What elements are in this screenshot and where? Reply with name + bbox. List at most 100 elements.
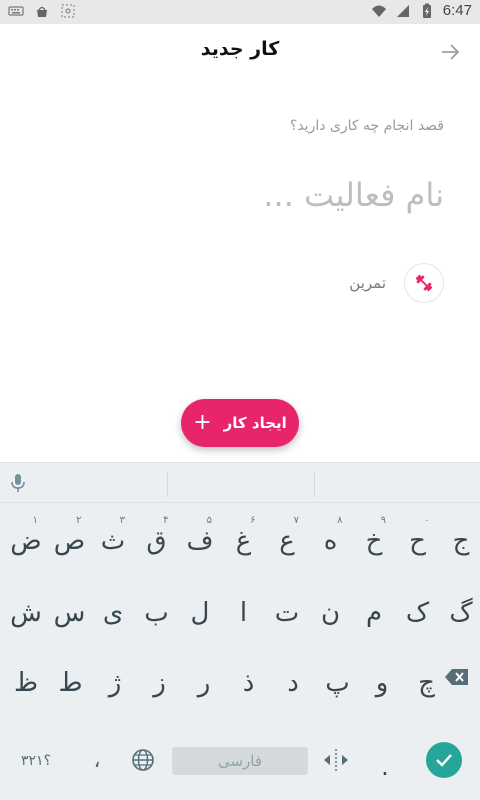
key-label: س <box>53 598 86 628</box>
key-label: ف <box>186 526 214 556</box>
key-label: ق <box>146 526 167 556</box>
key-hint: ۰ <box>424 515 430 526</box>
category-selector[interactable]: تمرین <box>349 263 444 303</box>
key[interactable]: چ <box>405 655 449 711</box>
enter-key[interactable] <box>426 742 462 778</box>
key[interactable]: ث۳ <box>91 513 135 569</box>
key[interactable]: ی <box>91 585 135 641</box>
key[interactable]: ف۵ <box>178 513 222 569</box>
comma-key[interactable]: ، <box>82 743 112 777</box>
keyboard: ض۱ص۲ث۳ق۴ف۵غ۶ع۷ه۸خ۹ح۰ج شسیبلاتنمکگ ظطژزرذ… <box>0 462 480 800</box>
key[interactable]: ش <box>4 585 48 641</box>
key[interactable]: ظ <box>4 655 48 711</box>
signal-icon <box>396 4 409 17</box>
key[interactable]: ص۲ <box>48 513 92 569</box>
create-task-button[interactable]: + ایجاد کار <box>181 399 299 447</box>
key-label: ا <box>239 598 248 628</box>
key-label: ر <box>197 668 211 698</box>
key-label: و <box>375 668 389 698</box>
key-label: ت <box>274 598 300 628</box>
basket-icon <box>37 6 47 17</box>
key-label: ش <box>10 598 42 628</box>
key-hint: ۳ <box>119 515 125 526</box>
key-label: م <box>365 598 383 628</box>
activity-name-input[interactable] <box>184 170 444 220</box>
question-label: قصد انجام چه کاری دارید؟ <box>289 118 444 134</box>
category-icon-button[interactable] <box>404 263 444 303</box>
key-label: ک <box>405 598 430 628</box>
dumbbell-icon <box>415 274 433 292</box>
key-label: ص <box>53 526 86 556</box>
key-label: ج <box>452 526 470 556</box>
key[interactable]: ح۰ <box>396 513 440 569</box>
suggestion-divider <box>167 471 168 497</box>
status-bar: 6:47 <box>0 0 480 24</box>
battery-icon <box>422 3 431 18</box>
page-title: کار جدید <box>200 38 280 60</box>
key-label: گ <box>449 598 473 628</box>
microphone-icon[interactable] <box>8 472 28 494</box>
key-label: پ <box>325 668 350 698</box>
key[interactable]: ط <box>49 655 93 711</box>
key[interactable]: ژ <box>93 655 137 711</box>
key[interactable]: ل <box>178 585 222 641</box>
symbols-key[interactable]: ؟۳۲۱ <box>14 747 58 775</box>
keyboard-bottom-row: ؟۳۲۱ ، فارسی . <box>0 733 480 789</box>
key-label: ژ <box>108 668 122 698</box>
status-time: 6:47 <box>442 2 472 19</box>
key[interactable]: ض۱ <box>4 513 48 569</box>
key[interactable]: خ۹ <box>352 513 396 569</box>
create-task-label: ایجاد کار <box>223 414 287 432</box>
key-label: ض <box>10 526 42 556</box>
key[interactable]: غ۶ <box>222 513 266 569</box>
key-label: ه <box>323 526 338 556</box>
key[interactable]: ذ <box>227 655 271 711</box>
key-hint: ۹ <box>380 515 386 526</box>
key[interactable]: پ <box>316 655 360 711</box>
key[interactable]: ز <box>138 655 182 711</box>
key[interactable]: ت <box>265 585 309 641</box>
key[interactable]: ج <box>439 513 480 569</box>
space-key[interactable]: فارسی <box>172 747 308 775</box>
key[interactable]: ک <box>396 585 440 641</box>
key[interactable]: و <box>360 655 404 711</box>
key-row-3: ظطژ ز ر ذ دپوچ <box>0 655 480 715</box>
key-label: ن <box>320 598 341 628</box>
key-label: ی <box>102 598 124 628</box>
checkmark-icon <box>436 754 452 767</box>
key[interactable]: ا <box>222 585 266 641</box>
key-hint: ۶ <box>250 515 256 526</box>
key[interactable]: گ <box>439 585 480 641</box>
status-right-icons: 6:47 <box>371 2 472 19</box>
key[interactable]: م <box>352 585 396 641</box>
key[interactable]: ق۴ <box>135 513 179 569</box>
key-hint: ۱ <box>32 515 38 526</box>
key[interactable]: ب <box>135 585 179 641</box>
key-label: ذ <box>242 668 255 698</box>
key-label: د <box>287 668 299 698</box>
key-label: ب <box>144 598 169 628</box>
key-hint: ۷ <box>293 515 299 526</box>
key-label: ث <box>100 526 126 556</box>
screenshot-icon <box>61 4 75 18</box>
key[interactable]: ع۷ <box>265 513 309 569</box>
wifi-icon <box>371 5 386 17</box>
key-hint: ۸ <box>337 515 343 526</box>
key[interactable]: ر <box>182 655 226 711</box>
globe-icon[interactable] <box>130 747 156 773</box>
key[interactable]: س <box>48 585 92 641</box>
key-label: چ <box>418 668 435 698</box>
arrow-forward-icon[interactable] <box>438 40 462 64</box>
key-label: غ <box>235 526 252 556</box>
cursor-move-icon[interactable] <box>322 745 350 775</box>
key-label: ع <box>279 526 295 556</box>
key[interactable]: ه۸ <box>309 513 353 569</box>
app-bar: کار جدید <box>0 24 480 80</box>
plus-icon: + <box>193 410 212 435</box>
key-row-1: ض۱ص۲ث۳ق۴ف۵غ۶ع۷ه۸خ۹ح۰ج <box>0 513 480 573</box>
key[interactable]: ن <box>309 585 353 641</box>
key-label: ط <box>58 668 83 698</box>
key-label: ظ <box>13 668 39 698</box>
period-key[interactable]: . <box>370 741 400 781</box>
key[interactable]: د <box>271 655 315 711</box>
